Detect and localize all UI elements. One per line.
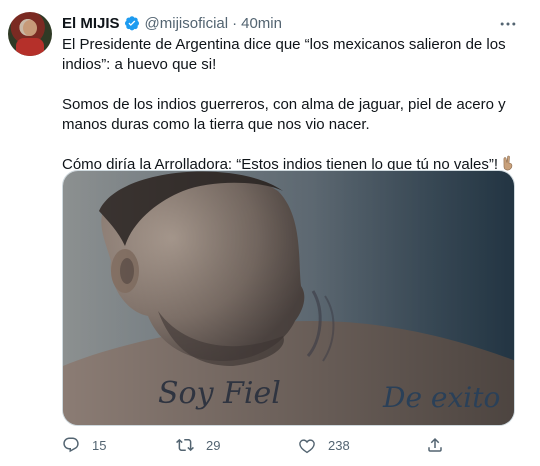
- retweet-icon: [176, 438, 194, 452]
- share-icon: [428, 437, 442, 452]
- verified-badge-icon: [124, 16, 139, 31]
- portrait-photo: Soy Fiel De exito: [63, 171, 514, 425]
- header-separator: ·: [232, 14, 238, 32]
- like-button[interactable]: 238: [298, 436, 350, 454]
- tweet-media-image[interactable]: Soy Fiel De exito: [62, 170, 515, 426]
- victory-hand-emoji-icon: [503, 155, 513, 171]
- author-name[interactable]: El MIJIS: [62, 15, 120, 32]
- retweet-count: 29: [206, 437, 221, 453]
- more-options-icon[interactable]: [498, 14, 518, 34]
- tweet-header: El MIJIS @mijisoficial · 40min: [62, 13, 282, 33]
- reply-button[interactable]: 15: [62, 436, 106, 454]
- tweet-paragraph: Somos de los indios guerreros, con alma …: [62, 96, 506, 133]
- retweet-button[interactable]: 29: [176, 436, 220, 454]
- tattoo-right: De exito: [382, 381, 500, 414]
- tweet-actions-bar: 15 29 238: [58, 428, 518, 462]
- tweet-card[interactable]: El MIJIS @mijisoficial · 40min El Presid…: [0, 0, 540, 466]
- reply-count: 15: [92, 437, 107, 453]
- avatar[interactable]: [8, 12, 52, 56]
- tweet-paragraph: El Presidente de Argentina dice que “los…: [62, 36, 506, 73]
- heart-icon: [299, 439, 315, 454]
- like-count: 238: [328, 437, 350, 453]
- reply-icon: [63, 437, 79, 453]
- tattoo-left: Soy Fiel: [158, 376, 281, 411]
- share-button[interactable]: [426, 436, 456, 454]
- author-handle[interactable]: @mijisoficial: [145, 15, 229, 32]
- tweet-timestamp[interactable]: 40min: [241, 15, 282, 32]
